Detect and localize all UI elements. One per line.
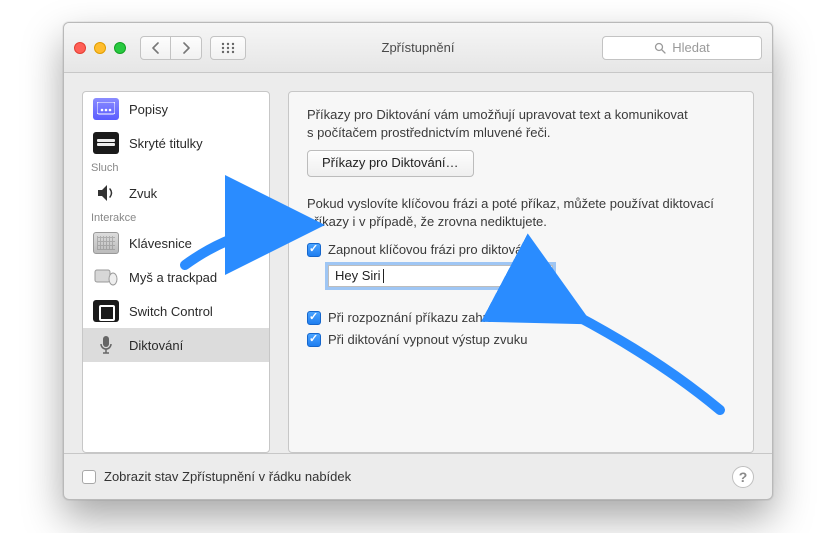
play-sound-row[interactable]: Při rozpoznání příkazu zahrát zvuk <box>307 309 735 327</box>
play-sound-checkbox[interactable] <box>307 311 321 325</box>
dictation-commands-button[interactable]: Příkazy pro Diktování… <box>307 150 474 176</box>
search-placeholder: Hledat <box>672 40 710 55</box>
nav-buttons <box>140 36 202 60</box>
main-pane: Příkazy pro Diktování vám umožňují uprav… <box>288 91 754 453</box>
enable-phrase-label: Zapnout klíčovou frázi pro diktování: <box>328 241 537 259</box>
mouse-trackpad-icon <box>93 266 119 288</box>
sidebar-item-label: Klávesnice <box>129 236 192 251</box>
sidebar-item-label: Skryté titulky <box>129 136 203 151</box>
sidebar-item-label: Diktování <box>129 338 183 353</box>
search-icon <box>654 42 666 54</box>
sidebar-item-label: Switch Control <box>129 304 213 319</box>
window-controls <box>74 42 126 54</box>
titlebar: Zpřístupnění Hledat <box>64 23 772 73</box>
descriptions-icon <box>93 98 119 120</box>
content-area: Popisy Skryté titulky Sluch Zvuk Interak… <box>64 73 772 453</box>
enable-phrase-checkbox[interactable] <box>307 243 321 257</box>
captions-icon <box>93 132 119 154</box>
dictation-icon <box>93 334 119 356</box>
audio-icon <box>93 182 119 204</box>
switch-control-icon <box>93 300 119 322</box>
sidebar-item-popisy[interactable]: Popisy <box>83 92 269 126</box>
sidebar-item-label: Myš a trackpad <box>129 270 217 285</box>
show-status-label: Zobrazit stav Zpřístupnění v řádku nabíd… <box>104 469 351 484</box>
preferences-window: Zpřístupnění Hledat Popisy Skryté titulk… <box>63 22 773 500</box>
back-button[interactable] <box>141 37 171 59</box>
key-phrase-value: Hey Siri <box>335 267 381 285</box>
intro-text: Příkazy pro Diktování vám umožňují uprav… <box>307 106 735 142</box>
key-phrase-input[interactable]: Hey Siri <box>328 265 553 287</box>
sidebar-item-titulky[interactable]: Skryté titulky <box>83 126 269 160</box>
mute-output-row[interactable]: Při diktování vypnout výstup zvuku <box>307 331 735 349</box>
minimize-button[interactable] <box>94 42 106 54</box>
sidebar-item-label: Popisy <box>129 102 168 117</box>
phrase-info-text: Pokud vyslovíte klíčovou frázi a poté př… <box>307 195 735 231</box>
forward-button[interactable] <box>171 37 201 59</box>
mute-output-label: Při diktování vypnout výstup zvuku <box>328 331 527 349</box>
sidebar-item-mys[interactable]: Myš a trackpad <box>83 260 269 294</box>
show-all-button[interactable] <box>210 36 246 60</box>
show-status-checkbox[interactable] <box>82 470 96 484</box>
sidebar-section-sluch: Sluch <box>83 160 269 176</box>
sidebar-item-klavesnice[interactable]: Klávesnice <box>83 226 269 260</box>
sidebar-item-diktovani[interactable]: Diktování <box>83 328 269 362</box>
footer: Zobrazit stav Zpřístupnění v řádku nabíd… <box>64 453 772 499</box>
text-caret <box>383 269 384 283</box>
enable-phrase-row[interactable]: Zapnout klíčovou frázi pro diktování: <box>307 241 735 259</box>
help-button[interactable]: ? <box>732 466 754 488</box>
sidebar-item-zvuk[interactable]: Zvuk <box>83 176 269 210</box>
play-sound-label: Při rozpoznání příkazu zahrát zvuk <box>328 309 528 327</box>
sidebar-section-interakce: Interakce <box>83 210 269 226</box>
sidebar-item-switch[interactable]: Switch Control <box>83 294 269 328</box>
mute-output-checkbox[interactable] <box>307 333 321 347</box>
sidebar: Popisy Skryté titulky Sluch Zvuk Interak… <box>82 91 270 453</box>
zoom-button[interactable] <box>114 42 126 54</box>
sidebar-item-label: Zvuk <box>129 186 157 201</box>
close-button[interactable] <box>74 42 86 54</box>
search-field[interactable]: Hledat <box>602 36 762 60</box>
keyboard-icon <box>93 232 119 254</box>
